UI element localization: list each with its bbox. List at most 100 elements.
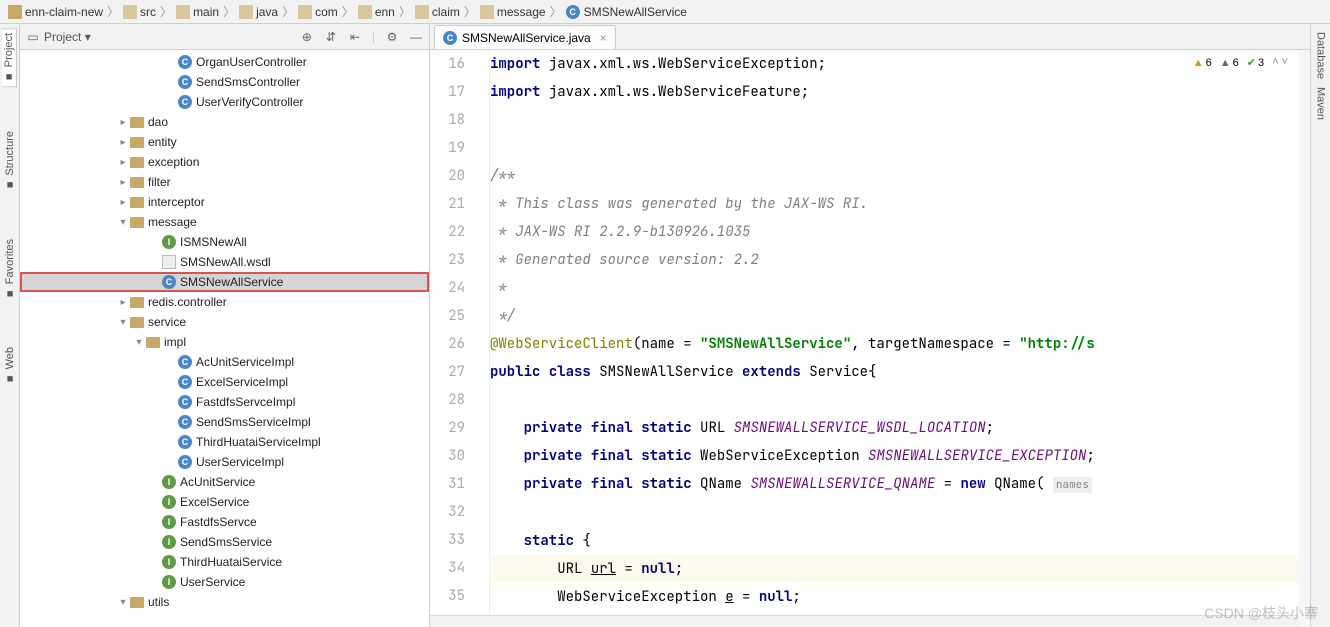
- chevron-down-icon[interactable]: ▾: [116, 317, 130, 328]
- chevron-right-icon[interactable]: ▸: [116, 137, 130, 148]
- close-icon[interactable]: ×: [600, 31, 607, 45]
- code-line[interactable]: import javax.xml.ws.WebServiceFeature;: [490, 78, 1310, 106]
- tree-item[interactable]: ▾impl: [20, 332, 429, 352]
- tree-item-label: filter: [148, 175, 171, 189]
- editor-body[interactable]: 1617181920212223242526272829303132333435…: [430, 50, 1310, 627]
- tree-item[interactable]: SMSNewAll.wsdl: [20, 252, 429, 272]
- chevron-down-icon[interactable]: ▾: [116, 217, 130, 228]
- code-line[interactable]: URL url = null;: [490, 555, 1310, 583]
- tree-item[interactable]: IAcUnitService: [20, 472, 429, 492]
- tool-tab-favorites[interactable]: ■ Favorites: [3, 235, 17, 303]
- tree-item[interactable]: ▾utils: [20, 592, 429, 612]
- tree-item[interactable]: IISMSNewAll: [20, 232, 429, 252]
- gear-icon[interactable]: ⚙: [385, 30, 399, 44]
- class-icon: C: [178, 355, 192, 369]
- project-tree[interactable]: COrganUserControllerCSendSmsControllerCU…: [20, 50, 429, 627]
- breadcrumb-segment[interactable]: java: [239, 5, 278, 19]
- code-line[interactable]: * JAX-WS RI 2.2.9-b130926.1035: [490, 218, 1310, 246]
- tree-item[interactable]: CUserServiceImpl: [20, 452, 429, 472]
- tree-item[interactable]: CExcelServiceImpl: [20, 372, 429, 392]
- chevron-down-icon[interactable]: ▾: [116, 597, 130, 608]
- tree-item[interactable]: CSendSmsController: [20, 72, 429, 92]
- code-line[interactable]: [490, 386, 1310, 414]
- code-line[interactable]: */: [490, 302, 1310, 330]
- project-header: ▭ Project ▾ ⊕ ⇵ ⇤ | ⚙ —: [20, 24, 429, 50]
- code-line[interactable]: [490, 106, 1310, 134]
- code-line[interactable]: public class SMSNewAllService extends Se…: [490, 358, 1310, 386]
- tree-item[interactable]: ▸exception: [20, 152, 429, 172]
- code-line[interactable]: [490, 134, 1310, 162]
- breadcrumb-segment[interactable]: message: [480, 5, 546, 19]
- error-stripe[interactable]: [1298, 50, 1310, 627]
- tool-tab-maven[interactable]: Maven: [1314, 83, 1328, 124]
- expand-icon[interactable]: ⇵: [324, 30, 338, 44]
- tree-item[interactable]: IExcelService: [20, 492, 429, 512]
- code-line[interactable]: static {: [490, 527, 1310, 555]
- code-line[interactable]: import javax.xml.ws.WebServiceException;: [490, 50, 1310, 78]
- code-line[interactable]: /**: [490, 162, 1310, 190]
- code-line[interactable]: @WebServiceClient(name = "SMSNewAllServi…: [490, 330, 1310, 358]
- tree-item[interactable]: CFastdfsServceImpl: [20, 392, 429, 412]
- tree-item[interactable]: ▾message: [20, 212, 429, 232]
- code-line[interactable]: private final static QName SMSNEWALLSERV…: [490, 470, 1310, 499]
- code-line[interactable]: private final static URL SMSNEWALLSERVIC…: [490, 414, 1310, 442]
- breadcrumb-segment[interactable]: src: [123, 5, 156, 19]
- code-line[interactable]: private final static WebServiceException…: [490, 442, 1310, 470]
- tool-tab-project[interactable]: ■ Project: [2, 28, 17, 87]
- tree-item[interactable]: CSendSmsServiceImpl: [20, 412, 429, 432]
- code-line[interactable]: WebServiceException e = null;: [490, 583, 1310, 611]
- left-tool-strip: ■ Project ■ Structure ■ Favorites ■ Web: [0, 24, 20, 627]
- tool-tab-structure[interactable]: ■ Structure: [3, 127, 17, 195]
- tree-item[interactable]: CUserVerifyController: [20, 92, 429, 112]
- breadcrumb-segment[interactable]: claim: [415, 5, 460, 19]
- tree-item[interactable]: C AcUnitServiceImpl: [20, 352, 429, 372]
- tree-item[interactable]: ▸redis.controller: [20, 292, 429, 312]
- code-area[interactable]: import javax.xml.ws.WebServiceException;…: [490, 50, 1310, 627]
- tree-item-label: SendSmsServiceImpl: [196, 415, 311, 429]
- breadcrumb-segment[interactable]: com: [298, 5, 338, 19]
- hide-icon[interactable]: —: [409, 30, 423, 44]
- collapse-icon[interactable]: ⇤: [348, 30, 362, 44]
- code-line[interactable]: [490, 499, 1310, 527]
- tree-item[interactable]: ▾service: [20, 312, 429, 332]
- tool-tab-web[interactable]: ■ Web: [3, 343, 17, 388]
- tree-item[interactable]: CSMSNewAllService: [20, 272, 429, 292]
- tree-item[interactable]: IFastdfsServce: [20, 512, 429, 532]
- tree-item[interactable]: ISendSmsService: [20, 532, 429, 552]
- tree-item-label: AcUnitServiceImpl: [196, 355, 294, 369]
- chevron-right-icon[interactable]: ▸: [116, 157, 130, 168]
- tree-item[interactable]: ▸ entity: [20, 132, 429, 152]
- code-line[interactable]: * This class was generated by the JAX-WS…: [490, 190, 1310, 218]
- editor-tab[interactable]: C SMSNewAllService.java ×: [434, 25, 616, 49]
- chevron-down-icon[interactable]: ▾: [132, 337, 146, 348]
- tree-item-label: entity: [148, 135, 177, 149]
- file-icon: [162, 255, 176, 269]
- interface-icon: I: [162, 555, 176, 569]
- folder-icon: [130, 317, 144, 328]
- tree-item-label: dao: [148, 115, 168, 129]
- chevron-right-icon[interactable]: ▸: [116, 297, 130, 308]
- tree-item[interactable]: ▸ filter: [20, 172, 429, 192]
- breadcrumb: enn-claim-new〉src〉main〉java〉com〉enn〉clai…: [0, 0, 1330, 24]
- tree-item[interactable]: ▸interceptor: [20, 192, 429, 212]
- project-dropdown[interactable]: Project ▾: [44, 30, 91, 44]
- tool-tab-database[interactable]: Database: [1314, 28, 1328, 83]
- chevron-right-icon[interactable]: ▸: [116, 197, 130, 208]
- code-line[interactable]: * Generated source version: 2.2: [490, 246, 1310, 274]
- breadcrumb-segment[interactable]: enn: [358, 5, 395, 19]
- tree-item[interactable]: I ThirdHuataiService: [20, 552, 429, 572]
- breadcrumb-segment[interactable]: CSMSNewAllService: [566, 5, 687, 19]
- locate-icon[interactable]: ⊕: [300, 30, 314, 44]
- tree-item-label: ThirdHuataiService: [180, 555, 282, 569]
- breadcrumb-segment[interactable]: enn-claim-new: [8, 5, 103, 19]
- class-icon: C: [178, 75, 192, 89]
- chevron-right-icon[interactable]: ▸: [116, 117, 130, 128]
- horizontal-scrollbar[interactable]: [430, 615, 1298, 627]
- chevron-right-icon[interactable]: ▸: [116, 177, 130, 188]
- tree-item[interactable]: ▸ dao: [20, 112, 429, 132]
- tree-item[interactable]: CThirdHuataiServiceImpl: [20, 432, 429, 452]
- tree-item[interactable]: IUserService: [20, 572, 429, 592]
- code-line[interactable]: *: [490, 274, 1310, 302]
- breadcrumb-segment[interactable]: main: [176, 5, 219, 19]
- tree-item[interactable]: COrganUserController: [20, 52, 429, 72]
